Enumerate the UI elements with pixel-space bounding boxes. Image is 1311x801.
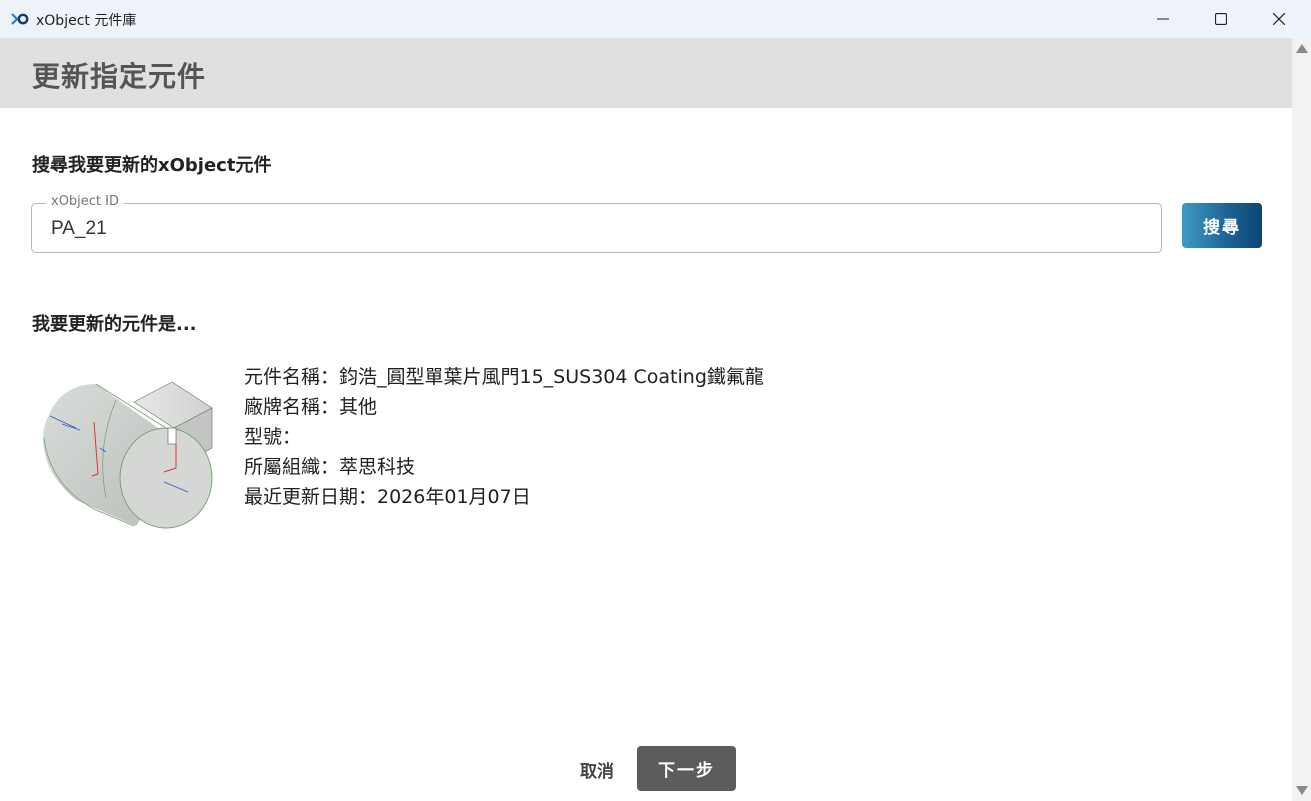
component-organization: 所屬組織：萃思科技 — [244, 456, 416, 478]
minimize-button[interactable] — [1140, 0, 1186, 38]
component-info: 元件名稱：鈞浩_圓型單葉片風門15_SUS304 Coating鐵氟龍 廠牌名稱… — [244, 362, 764, 512]
page-title: 更新指定元件 — [32, 60, 207, 93]
title-bar: xObject 元件庫 — [0, 0, 1311, 38]
close-button[interactable] — [1256, 0, 1302, 38]
xobject-id-input[interactable] — [51, 216, 1141, 242]
xobject-id-field[interactable]: xObject ID — [31, 194, 1162, 253]
search-button[interactable]: 搜尋 — [1182, 203, 1262, 248]
xobject-logo-icon — [11, 13, 29, 25]
minimize-icon — [1157, 18, 1169, 20]
cancel-button[interactable]: 取消 — [570, 750, 624, 788]
xobject-id-label: xObject ID — [46, 194, 125, 209]
maximize-icon — [1215, 13, 1227, 25]
component-updated-date: 最近更新日期：2026年01月07日 — [244, 486, 531, 508]
vertical-scrollbar[interactable] — [1292, 38, 1311, 801]
page-header: 更新指定元件 — [0, 38, 1292, 108]
result-section-title: 我要更新的元件是... — [32, 314, 197, 335]
scroll-up-icon[interactable] — [1296, 44, 1308, 53]
close-icon — [1273, 13, 1285, 25]
maximize-button[interactable] — [1198, 0, 1244, 38]
cylinder-model-icon — [43, 381, 213, 529]
component-model: 型號： — [244, 426, 302, 448]
component-name: 元件名稱：鈞浩_圓型單葉片風門15_SUS304 Coating鐵氟龍 — [244, 366, 764, 388]
scroll-down-icon[interactable] — [1296, 786, 1308, 795]
next-button[interactable]: 下一步 — [637, 746, 736, 791]
component-brand: 廠牌名稱：其他 — [244, 396, 378, 418]
window-title: xObject 元件庫 — [36, 13, 137, 29]
search-section-title: 搜尋我要更新的xObject元件 — [32, 155, 272, 176]
